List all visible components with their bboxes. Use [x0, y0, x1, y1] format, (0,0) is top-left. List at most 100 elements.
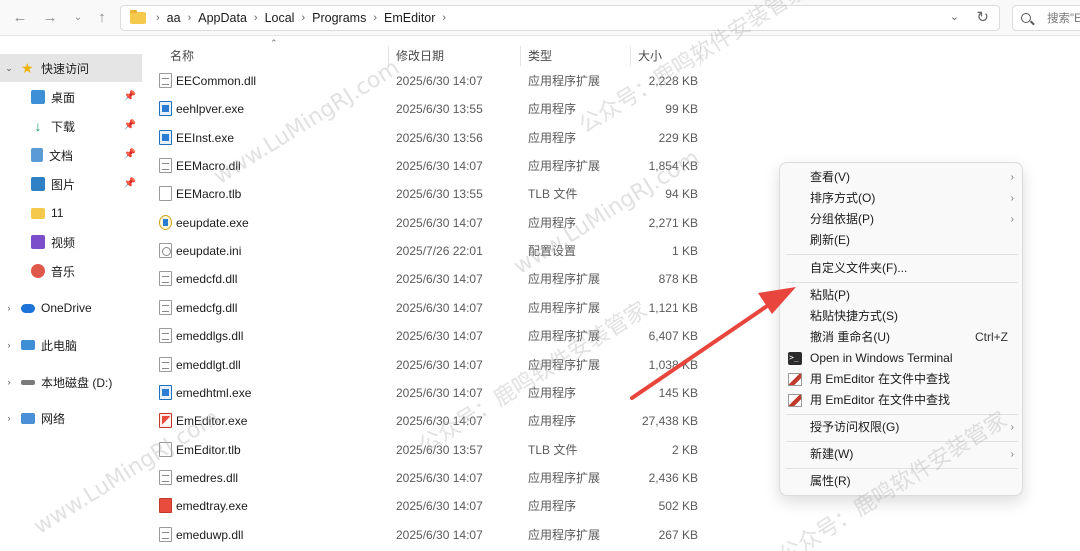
column-divider[interactable]: [630, 46, 631, 66]
file-type: 应用程序: [528, 102, 577, 117]
chevron-right-icon: ›: [373, 12, 377, 24]
breadcrumb-item[interactable]: aa: [164, 11, 184, 25]
menu-item-open-terminal[interactable]: Open in Windows Terminal: [780, 347, 1024, 369]
breadcrumb-item[interactable]: EmEditor: [381, 11, 438, 25]
back-icon[interactable]: ←: [10, 8, 30, 28]
cloud-icon: [21, 303, 35, 313]
sidebar-item-music[interactable]: 音乐: [0, 257, 142, 285]
table-row[interactable]: emedhtml.exe 2025/6/30 14:07 应用程序 145 KB: [150, 379, 710, 407]
sidebar-item-onedrive[interactable]: › OneDrive: [0, 294, 142, 322]
file-size: 94 KB: [665, 187, 698, 202]
file-size: 2,271 KB: [648, 215, 698, 230]
column-divider[interactable]: [700, 46, 701, 66]
sidebar-item-videos[interactable]: 视频: [0, 228, 142, 256]
chevron-right-icon: ›: [1010, 172, 1014, 183]
table-row[interactable]: EECommon.dll 2025/6/30 14:07 应用程序扩展 2,228 K…: [150, 67, 710, 95]
column-header-size[interactable]: 大小: [638, 42, 662, 70]
navigation-pane: ⌄ ★ 快速访问 桌面 📌 ↓ 下载 📌 文档 📌 图片 📌 11 视频 音乐 …: [0, 37, 142, 551]
table-row[interactable]: EEMacro.tlb 2025/6/30 13:55 TLB 文件 94 KB: [150, 180, 710, 208]
chevron-down-icon[interactable]: ⌄: [950, 10, 959, 23]
table-row[interactable]: EEInst.exe 2025/6/30 13:56 应用程序 229 KB: [150, 124, 710, 152]
breadcrumb-item[interactable]: Programs: [309, 11, 369, 25]
table-row[interactable]: eeupdate.exe 2025/6/30 14:07 应用程序 2,271 KB: [150, 209, 710, 237]
file-type: 应用程序: [528, 499, 577, 514]
file-date: 2025/6/30 13:55: [396, 102, 483, 117]
menu-item-group[interactable]: 分组依据(P) ›: [780, 209, 1024, 230]
table-row[interactable]: emeddlgt.dll 2025/6/30 14:07 应用程序扩展 1,038 K…: [150, 351, 710, 379]
menu-item-properties[interactable]: 属性(R): [780, 471, 1024, 492]
menu-item-undo-rename[interactable]: 撤消 重命名(U) Ctrl+Z: [780, 327, 1024, 348]
table-row[interactable]: eeupdate.ini 2025/7/26 22:01 配置设置 1 KB: [150, 237, 710, 265]
address-bar[interactable]: › aa › AppData › Local › Programs › EmEd…: [120, 5, 1000, 31]
file-size: 6,407 KB: [648, 329, 698, 344]
file-date: 2025/6/30 14:07: [396, 272, 483, 287]
chevron-right-icon[interactable]: ›: [3, 303, 15, 313]
table-row[interactable]: EEMacro.dll 2025/6/30 14:07 应用程序扩展 1,854 KB: [150, 152, 710, 180]
breadcrumb-item[interactable]: Local: [262, 11, 298, 25]
chevron-right-icon: ›: [301, 12, 306, 24]
sidebar-item-quick-access[interactable]: ⌄ ★ 快速访问: [0, 54, 142, 82]
folder-icon: [130, 10, 146, 24]
table-row[interactable]: emeddlgs.dll 2025/6/30 14:07 应用程序扩展 6,407 K…: [150, 322, 710, 350]
column-header-name[interactable]: 名称: [170, 42, 194, 70]
menu-item-label: 排序方式(O): [810, 191, 876, 205]
pin-icon[interactable]: 📌: [124, 178, 136, 189]
table-row[interactable]: emeduwp.dll 2025/6/30 14:07 应用程序扩展 267 KB: [150, 521, 710, 549]
sidebar-item-downloads[interactable]: ↓ 下载 📌: [0, 112, 142, 140]
menu-item-refresh[interactable]: 刷新(E): [780, 230, 1024, 251]
table-row[interactable]: emedres.dll 2025/6/30 14:07 应用程序扩展 2,436 KB: [150, 464, 710, 492]
refresh-icon[interactable]: ↻: [976, 8, 989, 26]
sidebar-item-documents[interactable]: 文档 📌: [0, 141, 142, 169]
sidebar-item-this-pc[interactable]: › 此电脑: [0, 331, 142, 359]
file-type: 应用程序: [528, 130, 577, 145]
menu-item-customize-folder[interactable]: 自定义文件夹(F)...: [780, 258, 1024, 279]
file-type: 应用程序扩展: [528, 74, 601, 88]
chevron-down-icon[interactable]: ⌄: [3, 63, 15, 74]
up-icon[interactable]: ↑: [92, 8, 112, 28]
sidebar-item-desktop[interactable]: 桌面 📌: [0, 83, 142, 111]
menu-item-label: 新建(W): [810, 447, 854, 461]
file-date: 2025/6/30 14:07: [396, 74, 483, 88]
menu-item-sort[interactable]: 排序方式(O) ›: [780, 188, 1024, 209]
pin-icon[interactable]: 📌: [124, 91, 136, 102]
sidebar-item-folder-11[interactable]: 11: [0, 199, 142, 227]
pin-icon[interactable]: 📌: [124, 149, 136, 160]
menu-item-emeditor-find[interactable]: 用 EmEditor 在文件中查找: [780, 390, 1024, 411]
menu-item-grant-access[interactable]: 授予访问权限(G) ›: [780, 417, 1024, 438]
breadcrumb-item[interactable]: AppData: [195, 11, 250, 25]
column-divider[interactable]: [388, 46, 389, 66]
column-divider[interactable]: [520, 46, 521, 66]
menu-item-label: 刷新(E): [810, 233, 850, 247]
table-row[interactable]: emedcfg.dll 2025/6/30 14:07 应用程序扩展 1,121 KB: [150, 294, 710, 322]
table-row[interactable]: emedtray.exe 2025/6/30 14:07 应用程序 502 KB: [150, 492, 710, 520]
menu-item-label: 粘贴(P): [810, 288, 850, 302]
search-input[interactable]: 搜索"E: [1012, 5, 1080, 31]
table-row[interactable]: EmEditor.exe 2025/6/30 14:07 应用程序 27,438 KB: [150, 407, 710, 435]
chevron-right-icon[interactable]: ›: [3, 377, 15, 387]
menu-item-new[interactable]: 新建(W) ›: [780, 444, 1024, 465]
sidebar-item-label: 快速访问: [41, 61, 90, 76]
folder-icon: [31, 207, 45, 219]
chevron-right-icon[interactable]: ›: [3, 413, 15, 423]
column-header-type[interactable]: 类型: [528, 42, 552, 70]
table-row[interactable]: emedcfd.dll 2025/6/30 14:07 应用程序扩展 878 KB: [150, 265, 710, 293]
sidebar-item-network[interactable]: › 网络: [0, 404, 142, 432]
column-header-date[interactable]: 修改日期: [396, 42, 444, 70]
menu-item-paste[interactable]: 粘贴(P): [780, 285, 1024, 306]
pin-icon[interactable]: 📌: [124, 120, 136, 131]
forward-icon[interactable]: →: [40, 8, 60, 28]
menu-item-view[interactable]: 查看(V) ›: [780, 167, 1024, 188]
menu-item-emeditor-find[interactable]: 用 EmEditor 在文件中查找: [780, 369, 1024, 390]
file-name: EEInst.exe: [176, 130, 235, 145]
table-row[interactable]: eehlpver.exe 2025/6/30 13:55 应用程序 99 KB: [150, 95, 710, 123]
file-type: TLB 文件: [528, 442, 578, 457]
chevron-right-icon[interactable]: ›: [3, 340, 15, 350]
recent-dropdown-icon[interactable]: ⌄: [68, 8, 88, 28]
music-icon: [31, 264, 45, 278]
menu-item-paste-shortcut[interactable]: 粘贴快捷方式(S): [780, 306, 1024, 327]
exe-file-icon: [159, 129, 172, 145]
sidebar-item-drive-d[interactable]: › 本地磁盘 (D:): [0, 368, 142, 396]
sidebar-item-pictures[interactable]: 图片 📌: [0, 170, 142, 198]
file-name: emeduwp.dll: [176, 527, 244, 542]
table-row[interactable]: EmEditor.tlb 2025/6/30 13:57 TLB 文件 2 KB: [150, 436, 710, 464]
